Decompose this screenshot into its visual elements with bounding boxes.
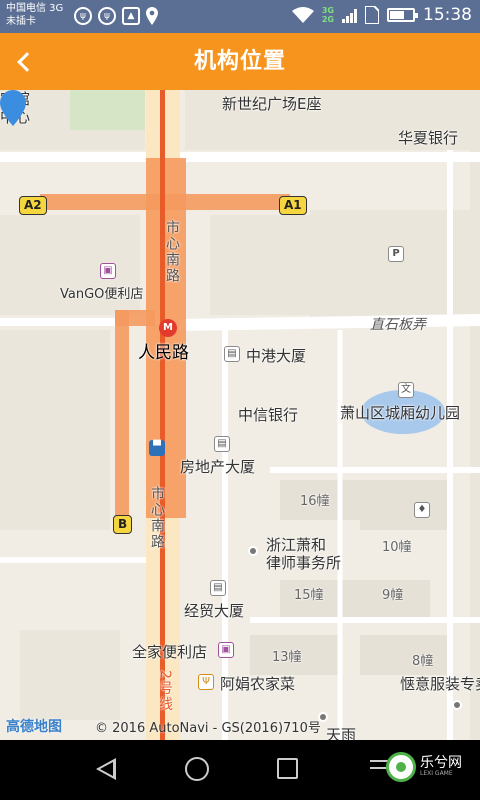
sim-card-icon — [365, 6, 379, 24]
status-bar: 中国电信 3G 未插卡 ψ ψ ▲ 3G 2G 15:38 — [0, 0, 480, 33]
exit-a1[interactable]: A1 — [279, 196, 307, 215]
image-icon: ▲ — [122, 7, 140, 25]
title-bar: 机构位置 — [0, 33, 480, 90]
carrier-info: 中国电信 3G 未插卡 — [6, 2, 63, 28]
road-label-shixin-south-1: 市心南路 — [164, 220, 180, 284]
usb-debug-icon: ψ — [98, 7, 116, 25]
building-icon-jingmao[interactable]: ▤ — [210, 580, 226, 596]
battery-icon — [387, 8, 418, 22]
metro-station-icon[interactable]: M — [159, 319, 177, 337]
school-icon[interactable]: 文 — [398, 382, 414, 398]
map-view[interactable]: 宾馆 中心 新世纪广场E座 华夏银行 A2 A1 B 市心南路 市心南路 2号线… — [0, 90, 480, 740]
map-copyright: © 2016 AutoNavi - GS(2016)710号 — [95, 721, 321, 736]
page-title: 机构位置 — [193, 49, 286, 74]
exit-a2[interactable]: A2 — [19, 196, 47, 215]
watermark: 乐兮网 LEXI GAME — [386, 752, 462, 782]
law-firm-dot-icon[interactable] — [248, 546, 258, 556]
map-label-vango: VanGO便利店 — [60, 287, 144, 302]
map-label-bldg16: 16幢 — [300, 494, 330, 509]
map-label-law-firm: 律师事务所 — [266, 554, 342, 572]
wifi-icon — [291, 7, 314, 23]
map-label-qieyi: 惬意服装专卖 — [400, 675, 480, 693]
building-icon-real-estate[interactable]: ▤ — [214, 436, 230, 452]
location-pin-icon[interactable] — [0, 90, 26, 126]
map-label-bldg9: 9幢 — [382, 588, 404, 603]
building-icon-zhonggang[interactable]: ▤ — [224, 346, 240, 362]
net-2g: 2G — [321, 15, 334, 24]
familymart-shop-icon[interactable]: ▣ — [218, 642, 234, 658]
carrier-label: 中国电信 3G — [6, 3, 64, 14]
road-label-line2: 2号线 — [157, 670, 173, 713]
nav-home-button[interactable] — [185, 757, 209, 781]
map-provider-logo: 高德地图 — [6, 719, 62, 735]
back-button[interactable] — [0, 33, 48, 90]
road-label-zhishi: 直石板弄 — [370, 317, 426, 333]
usb-icon: ψ — [74, 7, 92, 25]
map-label-ajuan: 阿娟农家菜 — [220, 675, 296, 693]
map-label-bldg15: 15幢 — [294, 588, 324, 603]
notification-icons: ψ ψ ▲ — [74, 7, 158, 25]
signal-icon — [342, 7, 357, 23]
parking-icon[interactable]: P — [388, 246, 404, 262]
bus-stop-icon[interactable]: ▀ — [149, 440, 165, 456]
map-label-citic-bank: 中信银行 — [238, 406, 299, 424]
watermark-logo-icon — [386, 752, 416, 782]
vango-shop-icon[interactable]: ▣ — [100, 263, 116, 279]
map-label-kindergarten: 萧山区城厢幼儿园 — [340, 404, 461, 422]
exit-b[interactable]: B — [113, 515, 133, 534]
poi-dot-icon[interactable] — [452, 700, 462, 710]
map-label-new-century: 新世纪广场E座 — [222, 95, 322, 113]
map-label-bldg10: 10幢 — [382, 540, 412, 555]
map-label-jingmao: 经贸大厦 — [184, 602, 245, 620]
map-label-zhonggang: 中港大厦 — [246, 347, 307, 365]
watermark-title: 乐兮网 — [420, 755, 462, 771]
net-3g: 3G — [321, 6, 334, 15]
location-icon — [146, 7, 158, 25]
clock: 15:38 — [423, 5, 472, 25]
map-label-bldg8: 8幢 — [412, 654, 434, 669]
map-label-renmin-road: 人民路 — [138, 343, 189, 363]
chevron-left-icon — [17, 51, 37, 72]
restroom-icon[interactable]: ♦ — [414, 502, 430, 518]
restaurant-icon[interactable]: Ψ — [198, 674, 214, 690]
road-label-shixin-south-2: 市心南路 — [149, 486, 165, 550]
sim-label: 未插卡 — [6, 16, 36, 27]
network-type: 3G 2G — [322, 6, 334, 24]
map-label-real-estate: 房地产大厦 — [180, 458, 256, 476]
watermark-sub: LEXI GAME — [420, 770, 453, 777]
system-nav-bar: 乐兮网 LEXI GAME — [0, 740, 480, 800]
map-label-familymart: 全家便利店 — [132, 643, 208, 661]
nav-recents-button[interactable] — [277, 758, 298, 779]
nav-back-button[interactable] — [96, 758, 116, 780]
map-label-tianyu: 天雨 — [326, 726, 357, 740]
map-label-huaxia-bank: 华夏银行 — [398, 129, 459, 147]
map-label-bldg13: 13幢 — [272, 650, 302, 665]
